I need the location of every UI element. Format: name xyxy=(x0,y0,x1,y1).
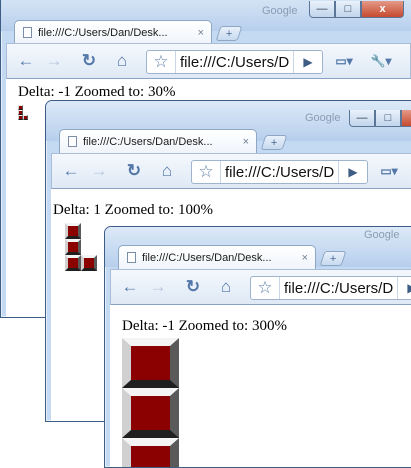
forward-icon[interactable]: → xyxy=(88,160,110,182)
address-bar[interactable]: ☆ file:///C:/Users/D ▶ xyxy=(191,160,368,184)
toolbar: ← → ↻ ⌂ ☆ file:///C:/Users/D ▶ ▭▾ 🔧▾ xyxy=(6,43,411,79)
back-icon[interactable]: ← xyxy=(60,160,82,182)
page-icon xyxy=(127,252,136,263)
status-text: Delta: -1 Zoomed to: 30% xyxy=(18,84,176,100)
block xyxy=(122,438,179,467)
reload-icon[interactable]: ↻ xyxy=(123,160,145,182)
status-text: Delta: -1 Zoomed to: 300% xyxy=(122,318,287,334)
url-text[interactable]: file:///C:/Users/D xyxy=(225,164,334,181)
status-text: Delta: 1 Zoomed to: 100% xyxy=(53,202,213,218)
wrench-menu-icon[interactable]: 🔧▾ xyxy=(364,50,398,72)
forward-icon[interactable]: → xyxy=(43,50,65,72)
home-icon[interactable]: ⌂ xyxy=(111,50,133,72)
close-button[interactable]: x xyxy=(361,1,404,18)
bookmark-star-icon[interactable]: ☆ xyxy=(251,277,280,299)
block xyxy=(65,223,81,239)
address-bar[interactable]: ☆ file:///C:/Users/D ▶ xyxy=(146,50,323,74)
block xyxy=(65,239,81,255)
new-tab-button[interactable]: + xyxy=(260,135,288,150)
tab-close-icon[interactable]: × xyxy=(302,252,308,264)
page-icon xyxy=(23,27,32,38)
tab-close-icon[interactable]: × xyxy=(243,136,249,148)
url-text[interactable]: file:///C:/Users/D xyxy=(180,54,289,71)
page-content: Delta: -1 Zoomed to: 300% xyxy=(110,305,411,467)
block xyxy=(122,388,179,438)
tab-title: file:///C:/Users/Dan/Desk... xyxy=(142,251,272,264)
minimize-button[interactable]: — xyxy=(349,110,375,127)
tab-file[interactable]: file:///C:/Users/Dan/Desk... × xyxy=(118,245,316,269)
maximize-button[interactable]: □ xyxy=(375,110,401,127)
block xyxy=(81,255,97,271)
browser-window-300: Google file:///C:/Users/Dan/Desk... × + … xyxy=(104,226,411,468)
page-icon xyxy=(68,136,77,147)
tab-title: file:///C:/Users/Dan/Desk... xyxy=(83,135,213,148)
tab-title: file:///C:/Users/Dan/Desk... xyxy=(38,26,168,39)
go-icon[interactable]: ▶ xyxy=(338,161,367,183)
forward-icon[interactable]: → xyxy=(147,276,169,298)
google-brand: Google xyxy=(305,112,341,124)
block xyxy=(65,255,81,271)
address-bar[interactable]: ☆ file:///C:/Users/D ▶ xyxy=(250,276,411,300)
page-menu-icon[interactable]: ▭▾ xyxy=(329,50,359,72)
google-brand: Google xyxy=(364,229,400,241)
go-icon[interactable]: ▶ xyxy=(293,51,322,73)
tab-file[interactable]: file:///C:/Users/Dan/Desk... × xyxy=(59,129,257,153)
toolbar: ← → ↻ ⌂ ☆ file:///C:/Users/D ▶ xyxy=(110,269,411,305)
close-button[interactable]: x xyxy=(401,110,411,127)
maximize-button[interactable]: □ xyxy=(335,1,361,18)
reload-icon[interactable]: ↻ xyxy=(78,50,100,72)
window-controls: — □ x xyxy=(309,1,404,18)
home-icon[interactable]: ⌂ xyxy=(156,160,178,182)
minimize-button[interactable]: — xyxy=(309,1,335,18)
back-icon[interactable]: ← xyxy=(119,276,141,298)
window-controls: — □ x xyxy=(349,110,411,127)
new-tab-button[interactable]: + xyxy=(215,26,243,41)
tab-file[interactable]: file:///C:/Users/Dan/Desk... × xyxy=(14,20,212,44)
block xyxy=(122,338,179,388)
bookmark-star-icon[interactable]: ☆ xyxy=(192,161,221,183)
reload-icon[interactable]: ↻ xyxy=(182,276,204,298)
page-menu-icon[interactable]: ▭▾ xyxy=(374,160,404,182)
back-icon[interactable]: ← xyxy=(15,50,37,72)
home-icon[interactable]: ⌂ xyxy=(215,276,237,298)
google-brand: Google xyxy=(262,5,298,17)
bookmark-star-icon[interactable]: ☆ xyxy=(147,51,176,73)
url-text[interactable]: file:///C:/Users/D xyxy=(284,280,393,297)
toolbar: ← → ↻ ⌂ ☆ file:///C:/Users/D ▶ ▭▾ xyxy=(51,153,411,189)
go-icon[interactable]: ▶ xyxy=(397,277,411,299)
tab-close-icon[interactable]: × xyxy=(198,27,204,39)
block xyxy=(23,115,28,120)
